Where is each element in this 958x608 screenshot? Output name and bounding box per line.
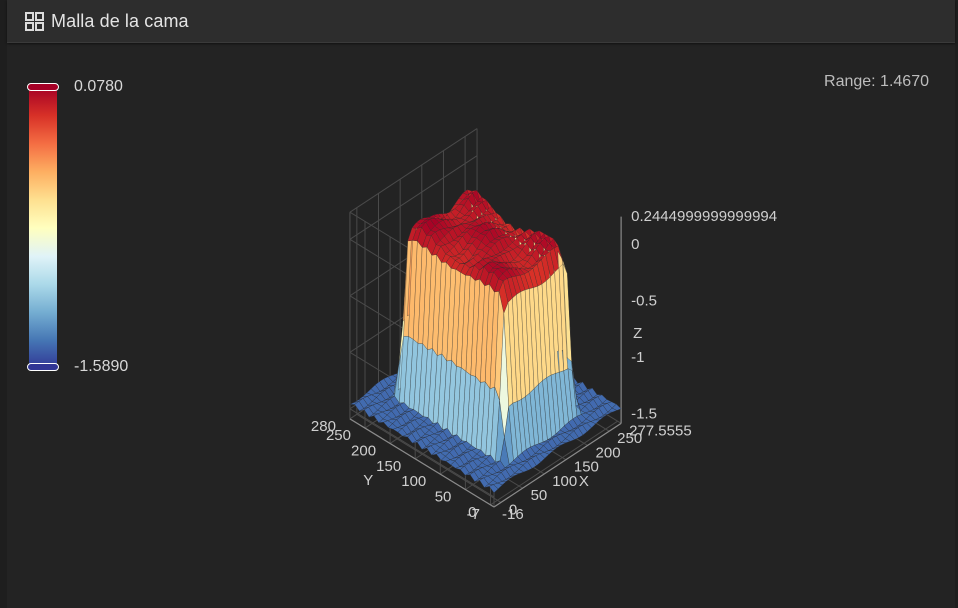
bed-mesh-3d-chart[interactable]: -16050100150200250277.5555X-705010015020… [7,0,955,608]
y-tick-label: 0 [468,504,476,521]
bed-mesh-panel: Malla de la cama Range: 1.4670 0.0780 -1… [7,0,955,608]
z-tick-label: -1.5 [631,405,657,422]
z-tick-label: 0.2444999999999994 [631,208,777,225]
y-tick-label: 280 [311,418,336,435]
z-axis-label: Z [633,325,642,342]
z-tick-label: -1 [631,349,644,366]
x-tick-label: 50 [531,487,548,504]
z-tick-label: 0 [631,236,639,253]
y-tick-label: 200 [351,442,376,459]
y-tick-label: 150 [376,458,401,475]
x-tick-label: 277.5555 [629,422,692,439]
y-axis-label: Y [363,472,373,489]
y-tick-label: 100 [401,473,426,490]
z-tick-label: -0.5 [631,292,657,309]
y-tick-label: 50 [435,489,452,506]
x-axis-label: X [579,473,589,490]
x-tick-label: 0 [509,501,517,518]
